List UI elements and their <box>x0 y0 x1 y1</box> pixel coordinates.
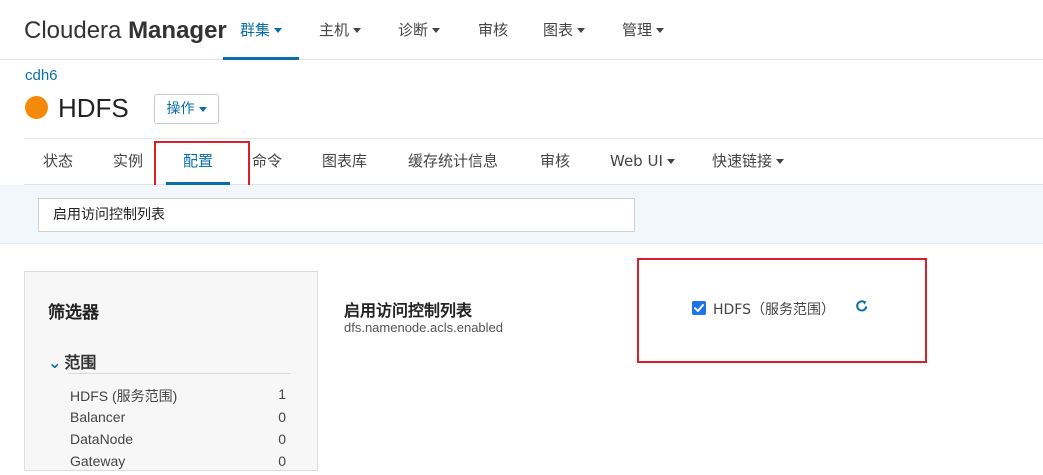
scope-section-toggle[interactable]: ⌄ 范围 <box>48 349 96 373</box>
filter-panel: 筛选器 ⌄ 范围 HDFS (服务范围) 1 Balancer 0 DataNod… <box>24 271 318 471</box>
tab-label: 实例 <box>113 152 144 170</box>
nav-label: 诊断 <box>398 21 429 39</box>
scope-item-label: DataNode <box>70 431 134 447</box>
property-key: dfs.namenode.acls.enabled <box>344 320 504 335</box>
service-status-icon <box>25 96 48 119</box>
caret-down-icon <box>776 159 785 164</box>
divider <box>68 373 291 374</box>
nav-audits[interactable]: 审核 <box>461 0 525 60</box>
caret-down-icon <box>353 28 362 33</box>
scope-item-count: 0 <box>278 409 286 425</box>
scope-filter-item[interactable]: HDFS (服务范围) 1 <box>70 386 293 408</box>
actions-button[interactable]: 操作 <box>154 94 219 124</box>
scope-item-label: Balancer <box>70 409 126 425</box>
tab-label: 状态 <box>43 152 74 170</box>
tab-instances[interactable]: 实例 <box>113 139 143 185</box>
tab-cache-statistics[interactable]: 缓存统计信息 <box>408 139 498 185</box>
chevron-down-icon: ⌄ <box>48 353 62 372</box>
tab-label: Web UI <box>610 152 663 170</box>
brand-prefix: Cloudera <box>24 17 129 44</box>
nav-label: 群集 <box>240 21 271 39</box>
nav-label: 图表 <box>543 21 574 39</box>
config-search-input[interactable]: 启用访问控制列表 <box>38 198 635 232</box>
top-navbar: Cloudera Manager 群集 主机 诊断 审核 图表 管理 <box>0 0 1043 60</box>
tab-chart-library[interactable]: 图表库 <box>322 139 367 185</box>
tab-label: 命令 <box>252 152 283 170</box>
nav-label: 主机 <box>319 21 350 39</box>
scope-item-count: 0 <box>278 453 286 469</box>
caret-down-icon <box>577 28 586 33</box>
caret-down-icon <box>666 159 675 164</box>
tab-status[interactable]: 状态 <box>43 139 73 185</box>
tab-audits[interactable]: 审核 <box>540 139 570 185</box>
property-display-name: 启用访问控制列表 <box>344 301 473 320</box>
scope-item-label: HDFS (服务范围) <box>70 388 178 404</box>
scope-filter-item[interactable]: Gateway 0 <box>70 453 293 475</box>
caret-down-icon <box>198 106 207 112</box>
nav-administration[interactable]: 管理 <box>605 0 681 60</box>
tab-commands[interactable]: 命令 <box>252 139 282 185</box>
actions-label: 操作 <box>166 101 195 117</box>
scope-item-count: 1 <box>278 386 286 402</box>
nav-charts[interactable]: 图表 <box>526 0 602 60</box>
filter-title: 筛选器 <box>48 303 99 323</box>
scope-filter-item[interactable]: Balancer 0 <box>70 409 293 431</box>
tab-web-ui[interactable]: Web UI <box>610 139 675 185</box>
nav-label: 管理 <box>622 21 653 39</box>
brand-logo[interactable]: Cloudera Manager <box>24 17 227 45</box>
scope-filter-item[interactable]: DataNode 0 <box>70 431 293 453</box>
tab-label: 审核 <box>540 152 571 170</box>
nav-label: 审核 <box>478 21 509 39</box>
tab-label: 快速链接 <box>712 152 773 170</box>
caret-down-icon <box>274 28 283 33</box>
nav-hosts[interactable]: 主机 <box>302 0 378 60</box>
scope-item-count: 0 <box>278 431 286 447</box>
tab-label: 图表库 <box>322 152 368 170</box>
brand-strong: Manager <box>128 17 227 44</box>
breadcrumb-cluster-link[interactable]: cdh6 <box>25 67 58 84</box>
caret-down-icon <box>432 28 441 33</box>
tab-quick-links[interactable]: 快速链接 <box>712 139 785 185</box>
nav-clusters[interactable]: 群集 <box>223 0 300 60</box>
page-title: HDFS <box>58 93 129 123</box>
scope-title: 范围 <box>64 353 97 372</box>
nav-diagnostics[interactable]: 诊断 <box>381 0 457 60</box>
tab-label: 缓存统计信息 <box>408 152 499 170</box>
highlight-box-value <box>637 258 927 363</box>
config-search-bar: 启用访问控制列表 <box>0 185 1043 244</box>
scope-item-label: Gateway <box>70 453 126 469</box>
caret-down-icon <box>656 28 665 33</box>
